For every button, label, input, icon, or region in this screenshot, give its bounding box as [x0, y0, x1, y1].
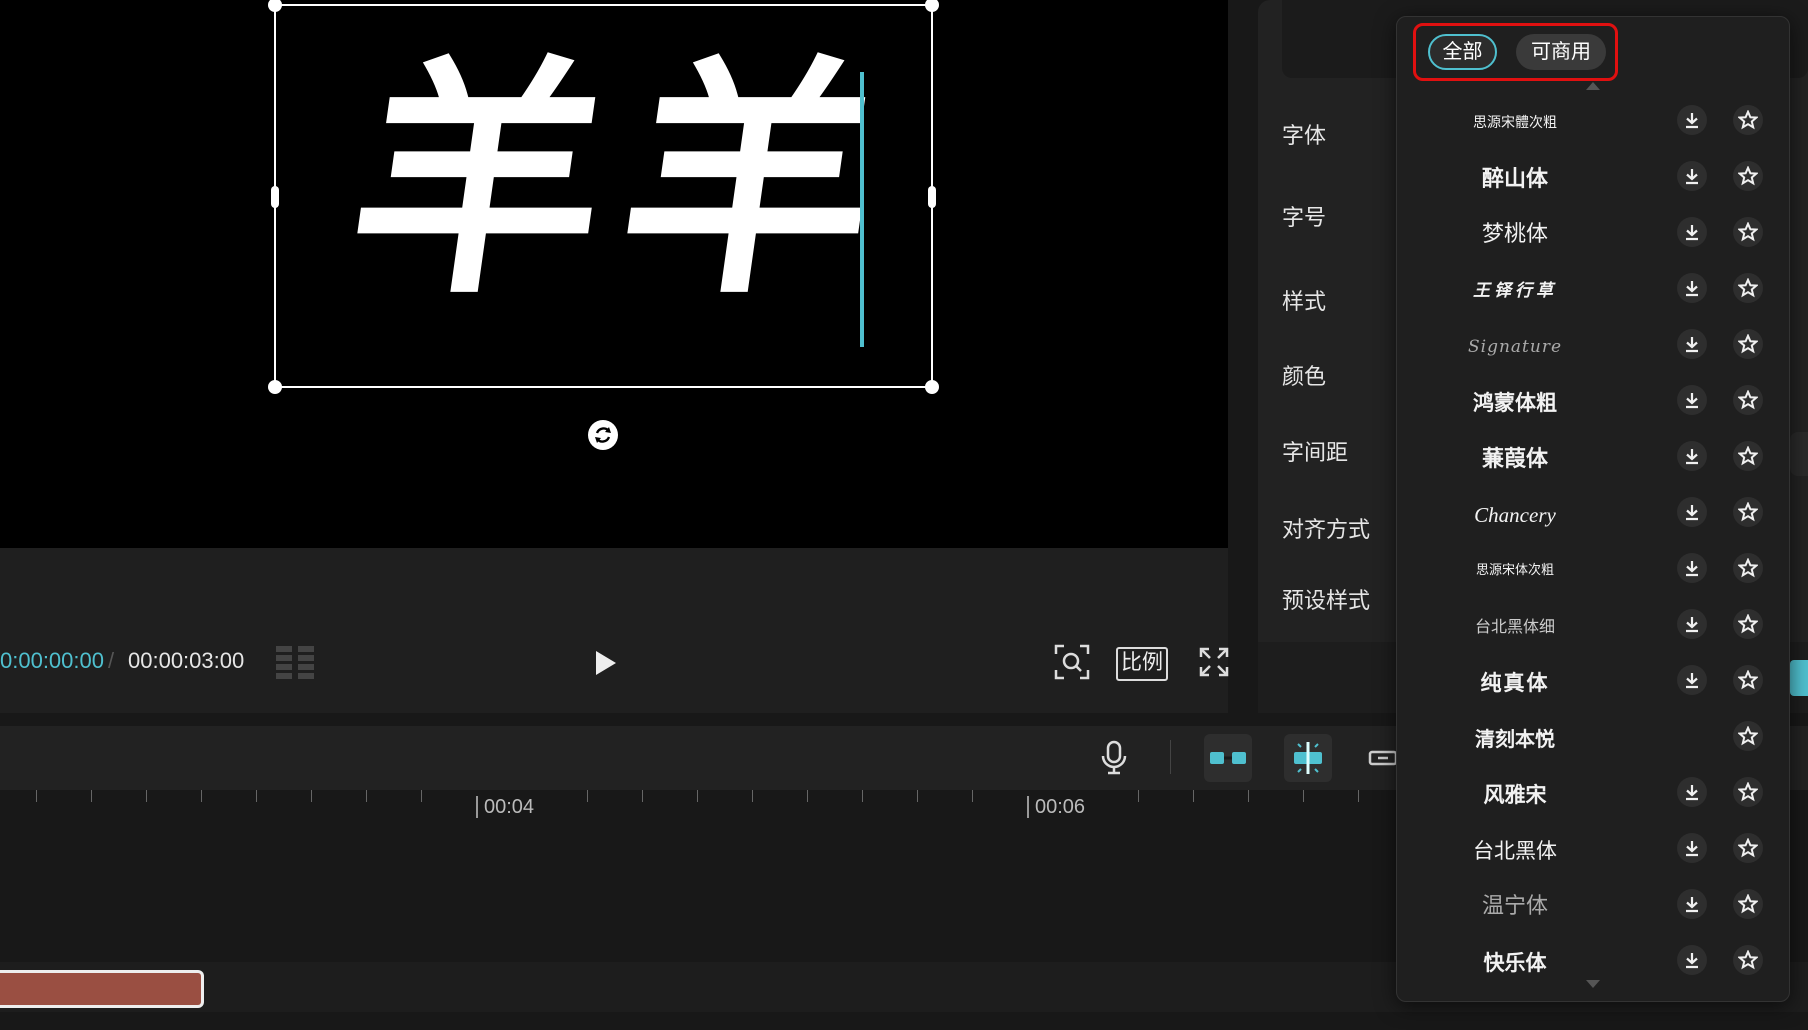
favorite-star-icon[interactable]	[1733, 553, 1763, 583]
download-icon[interactable]	[1677, 217, 1707, 247]
download-icon[interactable]	[1677, 777, 1707, 807]
time-separator: /	[108, 648, 115, 673]
font-item[interactable]: 风雅宋	[1400, 767, 1780, 823]
download-icon[interactable]	[1677, 889, 1707, 919]
font-name: 温宁体	[1481, 894, 1548, 919]
font-name: 风雅宋	[1483, 783, 1547, 807]
font-name: 王铎行草	[1473, 281, 1557, 301]
font-name: 纯真体	[1480, 670, 1550, 695]
text-selection-box[interactable]	[268, 0, 939, 394]
frame-grid-icon[interactable]	[274, 644, 318, 680]
resize-handle-left[interactable]	[271, 186, 279, 208]
favorite-star-icon[interactable]	[1733, 105, 1763, 135]
font-item[interactable]: 醉山体	[1400, 151, 1780, 207]
font-item[interactable]: 纯真体	[1400, 655, 1780, 711]
download-icon[interactable]	[1677, 833, 1707, 863]
font-item[interactable]: 思源宋体次粗	[1400, 543, 1780, 599]
favorite-star-icon[interactable]	[1733, 161, 1763, 191]
resize-handle-right[interactable]	[928, 186, 936, 208]
favorite-star-icon[interactable]	[1733, 329, 1763, 359]
favorite-star-icon[interactable]	[1733, 609, 1763, 639]
text-cursor	[860, 72, 864, 347]
download-icon[interactable]	[1677, 553, 1707, 583]
font-item[interactable]: 温宁体	[1400, 879, 1780, 935]
rotate-handle-icon[interactable]	[588, 420, 618, 450]
font-item[interactable]: 王铎行草	[1400, 263, 1780, 319]
ruler-label: 00:06	[1027, 796, 1085, 818]
download-icon[interactable]	[1677, 441, 1707, 471]
prop-label-preset: 预设样式	[1282, 588, 1371, 613]
favorite-star-icon[interactable]	[1733, 777, 1763, 807]
aspect-ratio-button[interactable]: 比例	[1116, 647, 1168, 681]
microphone-icon[interactable]	[1100, 740, 1128, 776]
font-item[interactable]: 台北黑体	[1400, 823, 1780, 879]
favorite-star-icon[interactable]	[1733, 833, 1763, 863]
font-name: 蒹葭体	[1481, 446, 1548, 472]
download-icon[interactable]	[1677, 329, 1707, 359]
link-icon[interactable]	[1368, 748, 1398, 768]
font-name: 台北黑体	[1473, 839, 1557, 863]
font-item[interactable]: 梦桃体	[1400, 207, 1780, 263]
download-icon[interactable]	[1677, 161, 1707, 191]
prop-label-color: 颜色	[1282, 364, 1327, 389]
filter-all-chip[interactable]: 全部	[1428, 34, 1497, 70]
total-duration: 00:00:03:00	[128, 648, 245, 673]
play-button[interactable]	[590, 648, 620, 678]
resize-handle-top-left[interactable]	[268, 0, 282, 12]
toolbar-divider	[1170, 740, 1171, 774]
download-icon[interactable]	[1677, 273, 1707, 303]
resize-handle-bottom-left[interactable]	[268, 380, 282, 394]
download-icon[interactable]	[1677, 385, 1707, 415]
auto-snap-button[interactable]	[1204, 734, 1252, 782]
current-time: 0:00:00:00	[0, 648, 104, 673]
font-item[interactable]: 台北黑体细	[1400, 599, 1780, 655]
prop-label-style: 样式	[1282, 289, 1327, 314]
favorite-star-icon[interactable]	[1733, 217, 1763, 247]
panel-collapse-icon[interactable]	[1790, 432, 1808, 476]
font-name: 清刻本悦	[1475, 727, 1555, 751]
text-clip[interactable]	[0, 970, 204, 1008]
prop-label-spacing: 字间距	[1282, 440, 1349, 465]
resize-handle-bottom-right[interactable]	[925, 380, 939, 394]
favorite-star-icon[interactable]	[1733, 497, 1763, 527]
favorite-star-icon[interactable]	[1733, 721, 1763, 751]
font-item[interactable]: 鸿蒙体粗	[1400, 375, 1780, 431]
font-item[interactable]: Signature	[1400, 319, 1780, 375]
favorite-star-icon[interactable]	[1733, 945, 1763, 975]
font-name: Chancery	[1474, 503, 1556, 527]
split-preview-button[interactable]	[1284, 734, 1332, 782]
font-name: 快乐体	[1483, 951, 1547, 975]
font-name: 思源宋體次粗	[1473, 115, 1557, 131]
font-name: 醉山体	[1481, 166, 1548, 192]
favorite-star-icon[interactable]	[1733, 889, 1763, 919]
download-icon[interactable]	[1677, 105, 1707, 135]
filter-commercial-chip[interactable]: 可商用	[1516, 34, 1606, 70]
download-icon[interactable]	[1677, 609, 1707, 639]
font-item[interactable]: 快乐体	[1400, 935, 1780, 991]
favorite-star-icon[interactable]	[1733, 385, 1763, 415]
prop-label-size: 字号	[1282, 205, 1327, 230]
prop-label-align: 对齐方式	[1282, 517, 1371, 542]
zoom-focus-icon[interactable]	[1054, 644, 1090, 680]
font-name: 台北黑体细	[1474, 617, 1555, 636]
favorite-star-icon[interactable]	[1733, 665, 1763, 695]
scroll-up-arrow-icon[interactable]	[1586, 82, 1600, 90]
download-icon[interactable]	[1677, 665, 1707, 695]
font-name: 鸿蒙体粗	[1473, 391, 1557, 415]
font-item[interactable]: 清刻本悦	[1400, 711, 1780, 767]
ruler-label: 00:04	[476, 796, 534, 818]
font-name: Signature	[1467, 337, 1563, 357]
font-item[interactable]: 蒹葭体	[1400, 431, 1780, 487]
favorite-star-icon[interactable]	[1733, 273, 1763, 303]
fullscreen-icon[interactable]	[1198, 646, 1230, 678]
font-name: 梦桃体	[1481, 222, 1548, 247]
save-preset-button[interactable]	[1790, 660, 1808, 696]
favorite-star-icon[interactable]	[1733, 441, 1763, 471]
prop-label-font: 字体	[1282, 123, 1327, 148]
download-icon[interactable]	[1677, 945, 1707, 975]
font-name: 思源宋体次粗	[1475, 563, 1554, 578]
font-item[interactable]: Chancery	[1400, 487, 1780, 543]
download-icon[interactable]	[1677, 497, 1707, 527]
font-item[interactable]: 思源宋體次粗	[1400, 95, 1780, 151]
